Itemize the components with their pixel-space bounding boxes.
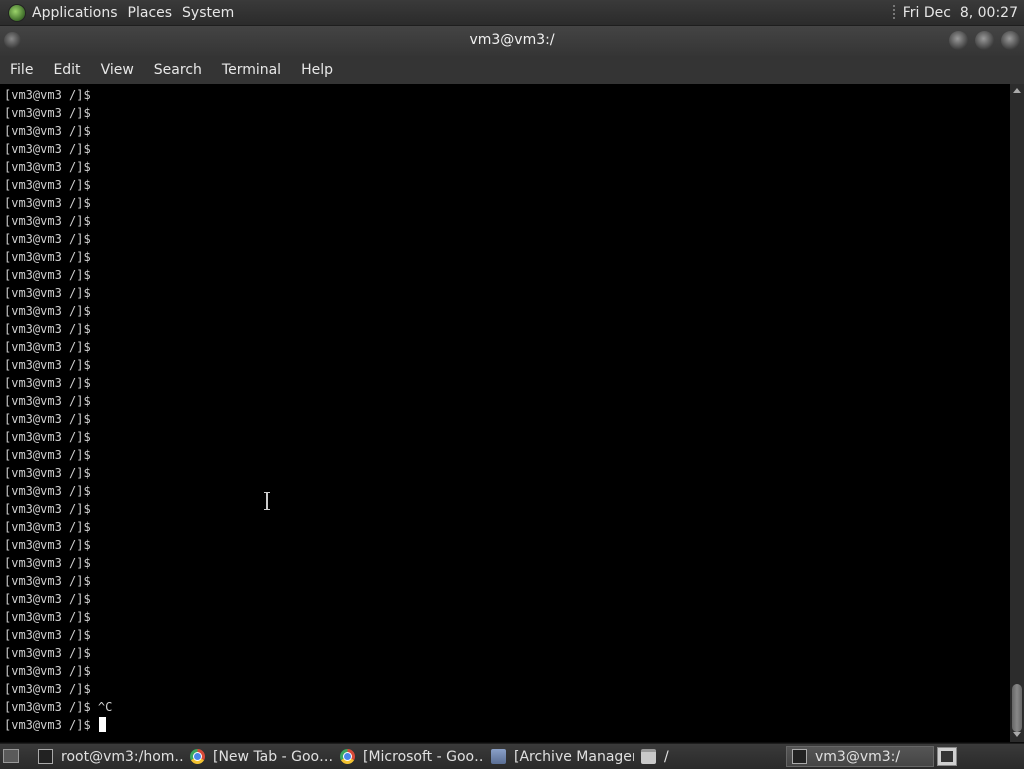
- terminal-line: [vm3@vm3 /]$: [4, 250, 91, 264]
- terminal-line: [vm3@vm3 /]$: [4, 160, 91, 174]
- task-root-terminal[interactable]: root@vm3:/hom…: [33, 746, 183, 767]
- current-prompt: [vm3@vm3 /]$: [4, 718, 98, 732]
- terminal-line: [vm3@vm3 /]$: [4, 376, 91, 390]
- task-label: [Microsoft - Goo…: [363, 748, 485, 765]
- terminal-line: [vm3@vm3 /]$: [4, 304, 91, 318]
- terminal-output: [vm3@vm3 /]$ [vm3@vm3 /]$ [vm3@vm3 /]$ [vm3…: [4, 86, 112, 734]
- terminal-line: [vm3@vm3 /]$: [4, 268, 91, 282]
- task-label: vm3@vm3:/: [815, 748, 901, 765]
- task-label: root@vm3:/hom…: [61, 748, 183, 765]
- menu-edit[interactable]: Edit: [43, 62, 90, 78]
- panel-separator: [892, 4, 895, 21]
- folder-icon: [641, 749, 656, 764]
- terminal-line: [vm3@vm3 /]$: [4, 556, 91, 570]
- terminal-line: [vm3@vm3 /]$: [4, 394, 91, 408]
- terminal-line: [vm3@vm3 /]$: [4, 682, 91, 696]
- distro-logo-icon[interactable]: [9, 4, 25, 21]
- menubar: File Edit View Search Terminal Help: [0, 56, 1024, 84]
- chrome-icon: [340, 749, 355, 764]
- menu-terminal[interactable]: Terminal: [212, 62, 291, 78]
- terminal-line: [vm3@vm3 /]$: [4, 88, 91, 102]
- terminal-line: [vm3@vm3 /]$: [4, 448, 91, 462]
- scroll-down-icon[interactable]: [1013, 732, 1021, 737]
- task-archive-manager[interactable]: [Archive Manager]: [486, 746, 634, 767]
- terminal-line: [vm3@vm3 /]$: [4, 610, 91, 624]
- terminal-line: [vm3@vm3 /]$: [4, 430, 91, 444]
- window-menu-button[interactable]: [4, 32, 21, 49]
- terminal-line: [vm3@vm3 /]$: [4, 502, 91, 516]
- terminal-line: [vm3@vm3 /]$: [4, 106, 91, 120]
- terminal-line: [vm3@vm3 /]$: [4, 484, 91, 498]
- terminal-line: [vm3@vm3 /]$: [4, 466, 91, 480]
- task-new-tab-chrome[interactable]: [New Tab - Goo…: [185, 746, 333, 767]
- clock[interactable]: Fri Dec 8, 00:27: [903, 5, 1018, 21]
- terminal-line: [vm3@vm3 /]$: [4, 412, 91, 426]
- terminal-line: [vm3@vm3 /]$: [4, 142, 91, 156]
- window-title: vm3@vm3:/: [469, 32, 555, 48]
- terminal-line: [vm3@vm3 /]$: [4, 520, 91, 534]
- workspace-switcher[interactable]: [937, 747, 957, 766]
- minimize-button[interactable]: [949, 31, 968, 50]
- terminal-line: [vm3@vm3 /]$: [4, 178, 91, 192]
- menu-file[interactable]: File: [0, 62, 43, 78]
- show-desktop-button[interactable]: [3, 749, 19, 763]
- terminal-line: [vm3@vm3 /]$: [4, 322, 91, 336]
- menu-search[interactable]: Search: [144, 62, 212, 78]
- terminal-line-interrupt: [vm3@vm3 /]$ ^C: [4, 700, 113, 714]
- window-titlebar[interactable]: vm3@vm3:/: [0, 26, 1024, 56]
- terminal-line: [vm3@vm3 /]$: [4, 664, 91, 678]
- terminal-line: [vm3@vm3 /]$: [4, 592, 91, 606]
- terminal-line: [vm3@vm3 /]$: [4, 538, 91, 552]
- terminal-line: [vm3@vm3 /]$: [4, 196, 91, 210]
- scrollbar-thumb[interactable]: [1012, 684, 1022, 732]
- system-menu[interactable]: System: [181, 5, 243, 21]
- task-file-browser[interactable]: /: [636, 746, 784, 767]
- maximize-button[interactable]: [975, 31, 994, 50]
- terminal-line: [vm3@vm3 /]$: [4, 646, 91, 660]
- terminal-area[interactable]: [vm3@vm3 /]$ [vm3@vm3 /]$ [vm3@vm3 /]$ [vm3…: [0, 84, 1010, 742]
- task-label: [New Tab - Goo…: [213, 748, 333, 765]
- text-cursor: [98, 717, 106, 732]
- task-vm3-terminal[interactable]: vm3@vm3:/: [786, 746, 934, 767]
- terminal-line: [vm3@vm3 /]$: [4, 124, 91, 138]
- menu-help[interactable]: Help: [291, 62, 343, 78]
- terminal-line: [vm3@vm3 /]$: [4, 574, 91, 588]
- terminal-line: [vm3@vm3 /]$: [4, 286, 91, 300]
- archive-icon: [491, 749, 506, 764]
- chrome-icon: [190, 749, 205, 764]
- terminal-line: [vm3@vm3 /]$: [4, 232, 91, 246]
- terminal-line: [vm3@vm3 /]$: [4, 214, 91, 228]
- terminal-line: [vm3@vm3 /]$: [4, 358, 91, 372]
- places-menu[interactable]: Places: [127, 5, 182, 21]
- ibeam-cursor-icon: [264, 492, 270, 510]
- menu-view[interactable]: View: [91, 62, 144, 78]
- terminal-line: [vm3@vm3 /]$: [4, 340, 91, 354]
- terminal-line: [vm3@vm3 /]$: [4, 628, 91, 642]
- bottom-taskbar: root@vm3:/hom… [New Tab - Goo… [Microsof…: [0, 743, 1024, 769]
- task-label: [Archive Manager]: [514, 748, 634, 765]
- terminal-current-line: [vm3@vm3 /]$: [4, 716, 112, 734]
- top-panel: Applications Places System Fri Dec 8, 00…: [0, 0, 1024, 26]
- close-button[interactable]: [1001, 31, 1020, 50]
- applications-menu[interactable]: Applications: [31, 5, 127, 21]
- terminal-icon: [792, 749, 807, 764]
- scroll-up-icon[interactable]: [1013, 88, 1021, 93]
- task-label: /: [664, 748, 669, 765]
- terminal-scrollbar[interactable]: [1010, 84, 1024, 742]
- task-microsoft-chrome[interactable]: [Microsoft - Goo…: [335, 746, 485, 767]
- terminal-icon: [38, 749, 53, 764]
